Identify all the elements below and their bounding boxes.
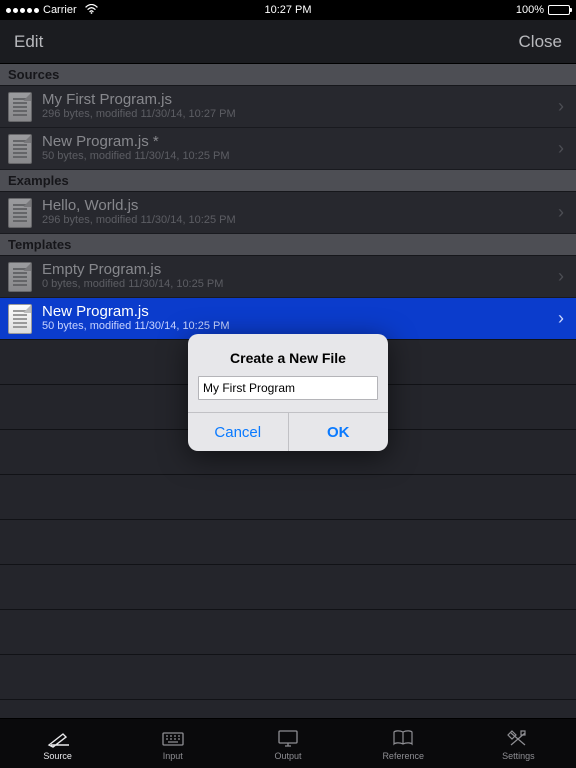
modal-overlay: Create a New File Cancel OK — [0, 0, 576, 768]
book-icon — [390, 727, 416, 749]
cancel-button[interactable]: Cancel — [188, 413, 288, 451]
keyboard-icon — [160, 727, 186, 749]
tab-label: Output — [274, 751, 301, 761]
tab-reference[interactable]: Reference — [346, 719, 461, 768]
ok-button[interactable]: OK — [288, 413, 389, 451]
tab-label: Input — [163, 751, 183, 761]
tab-output[interactable]: Output — [230, 719, 345, 768]
new-file-dialog: Create a New File Cancel OK — [188, 334, 388, 451]
tab-label: Reference — [382, 751, 424, 761]
tab-label: Source — [43, 751, 72, 761]
dialog-title: Create a New File — [198, 350, 378, 366]
tab-settings[interactable]: Settings — [461, 719, 576, 768]
tab-source[interactable]: Source — [0, 719, 115, 768]
tab-label: Settings — [502, 751, 535, 761]
filename-input[interactable] — [198, 376, 378, 400]
tab-input[interactable]: Input — [115, 719, 230, 768]
pen-paper-icon — [45, 727, 71, 749]
tab-bar: Source Input Output Reference Settings — [0, 718, 576, 768]
tools-icon — [505, 727, 531, 749]
monitor-icon — [275, 727, 301, 749]
